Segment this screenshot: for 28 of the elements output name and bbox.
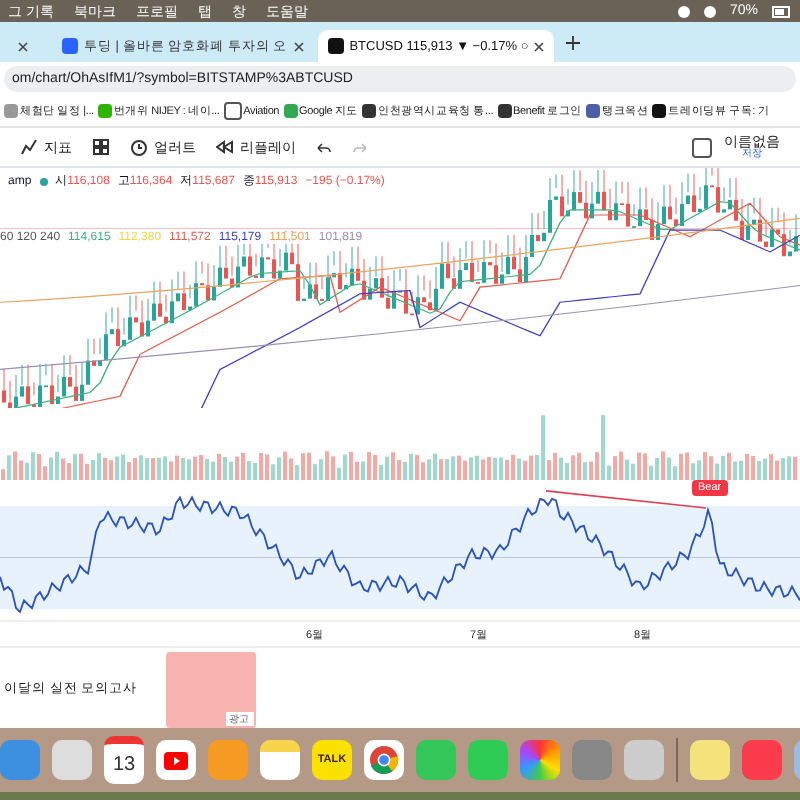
bookmark-icon bbox=[585, 104, 600, 118]
bookmark-icon bbox=[283, 104, 298, 118]
indicators-icon bbox=[20, 138, 38, 156]
close-icon[interactable] bbox=[293, 41, 304, 51]
notepad-app-icon[interactable] bbox=[260, 740, 300, 780]
play-app-icon[interactable] bbox=[156, 740, 196, 780]
bookmark-icon bbox=[97, 104, 112, 118]
alert-icon bbox=[130, 138, 148, 156]
site-icon bbox=[327, 38, 344, 54]
status-dot-icon bbox=[39, 177, 48, 185]
bookmark-icon bbox=[497, 104, 512, 118]
replay-icon bbox=[216, 138, 234, 156]
bookmark-icon bbox=[362, 104, 377, 118]
bookmark-icon bbox=[652, 104, 667, 118]
layout-icon[interactable] bbox=[692, 137, 712, 157]
bookmark-icon bbox=[4, 104, 18, 118]
close-icon[interactable] bbox=[18, 41, 28, 51]
undo-icon[interactable] bbox=[316, 141, 332, 153]
calendar-app-icon[interactable]: 13 bbox=[104, 736, 144, 784]
bookmark-icon bbox=[223, 102, 242, 120]
browser-app-icon[interactable] bbox=[364, 740, 404, 780]
new-tab-icon[interactable] bbox=[566, 35, 581, 49]
toolbar-button[interactable] bbox=[92, 138, 110, 156]
site-icon bbox=[62, 38, 78, 54]
close-icon[interactable] bbox=[534, 41, 545, 51]
layouts-icon bbox=[92, 138, 110, 156]
battery-icon[interactable] bbox=[772, 5, 792, 17]
redo-icon[interactable] bbox=[352, 141, 368, 153]
